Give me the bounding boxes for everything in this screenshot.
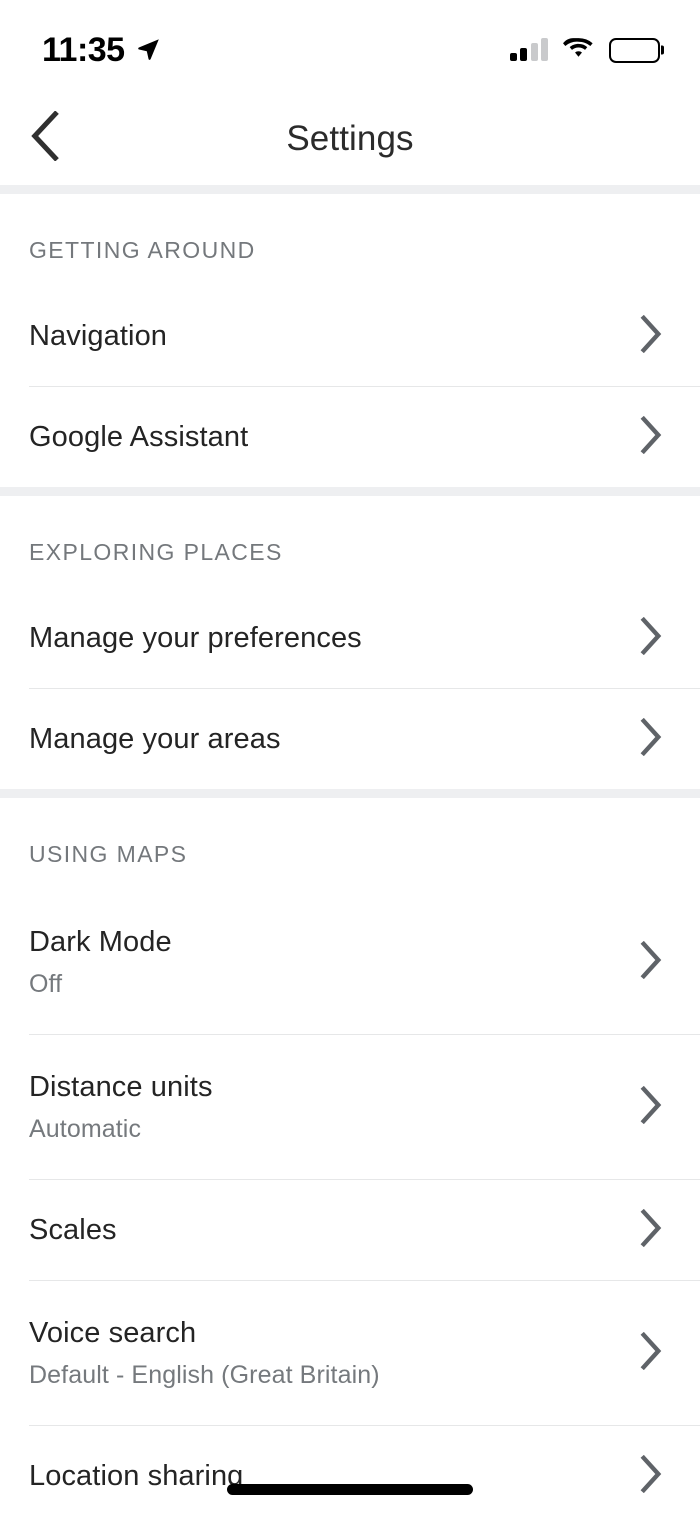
section-header-using-maps: USING MAPS [29, 841, 188, 867]
row-title: Dark Mode [29, 926, 172, 959]
settings-screen: 11:35 Settings GETTING AROUND Navigation… [0, 0, 700, 1515]
row-title: Scales [29, 1213, 117, 1246]
row-text: Google Assistant [29, 420, 249, 453]
status-bar-left: 11:35 [42, 33, 161, 67]
row-text: Manage your preferences [29, 621, 362, 654]
navigation-header: Settings [0, 92, 700, 185]
settings-row-navigation[interactable]: Navigation [0, 286, 700, 386]
row-text: Scales [29, 1213, 117, 1246]
row-title: Manage your preferences [29, 621, 362, 654]
status-bar-clock: 11:35 [42, 31, 125, 69]
row-title: Manage your areas [29, 722, 281, 755]
settings-row-dark-mode[interactable]: Dark Mode Off [0, 890, 700, 1034]
section-getting-around: GETTING AROUND Navigation Google Assista… [0, 194, 700, 487]
row-text: Navigation [29, 319, 168, 352]
row-text: Distance units Automatic [29, 1072, 213, 1142]
row-subtitle: Off [29, 969, 63, 998]
status-bar-right [509, 36, 660, 65]
row-title: Distance units [29, 1071, 213, 1104]
row-title: Navigation [29, 319, 168, 352]
chevron-left-icon [28, 110, 62, 166]
section-separator-band [0, 487, 700, 496]
home-indicator [227, 1484, 473, 1495]
settings-row-google-assistant[interactable]: Google Assistant [0, 387, 700, 487]
chevron-right-icon [640, 1085, 662, 1129]
section-header-exploring-places: EXPLORING PLACES [29, 539, 283, 565]
chevron-right-icon [640, 616, 662, 660]
back-button[interactable] [14, 108, 76, 170]
settings-row-manage-your-areas[interactable]: Manage your areas [0, 689, 700, 789]
chevron-right-icon [640, 717, 662, 761]
chevron-right-icon [640, 1208, 662, 1252]
chevron-right-icon [640, 1454, 662, 1498]
row-text: Dark Mode Off [29, 927, 172, 997]
chevron-right-icon [640, 415, 662, 459]
section-using-maps: USING MAPS Dark Mode Off Distance units … [0, 798, 700, 1515]
section-separator-band [0, 185, 700, 194]
chevron-right-icon [640, 314, 662, 358]
battery-icon [609, 37, 660, 63]
wifi-icon [562, 36, 595, 65]
section-exploring-places: EXPLORING PLACES Manage your preferences… [0, 496, 700, 789]
section-header-getting-around: GETTING AROUND [29, 237, 256, 263]
cellular-signal-icon [509, 38, 548, 61]
settings-row-location-sharing[interactable]: Location sharing [0, 1426, 700, 1515]
row-title: Google Assistant [29, 420, 249, 453]
settings-row-manage-your-preferences[interactable]: Manage your preferences [0, 588, 700, 688]
row-subtitle: Automatic [29, 1114, 142, 1143]
location-arrow-icon [135, 36, 161, 67]
page-title: Settings [286, 118, 414, 158]
status-bar: 11:35 [0, 0, 700, 92]
row-subtitle: Default - English (Great Britain) [29, 1360, 380, 1389]
settings-row-scales[interactable]: Scales [0, 1180, 700, 1280]
row-title: Location sharing [29, 1459, 244, 1492]
section-separator-band [0, 789, 700, 798]
chevron-right-icon [640, 940, 662, 984]
chevron-right-icon [640, 1331, 662, 1375]
settings-row-voice-search[interactable]: Voice search Default - English (Great Br… [0, 1281, 700, 1425]
row-text: Voice search Default - English (Great Br… [29, 1318, 380, 1388]
row-text: Location sharing [29, 1459, 244, 1492]
row-text: Manage your areas [29, 722, 281, 755]
settings-row-distance-units[interactable]: Distance units Automatic [0, 1035, 700, 1179]
row-title: Voice search [29, 1317, 197, 1350]
